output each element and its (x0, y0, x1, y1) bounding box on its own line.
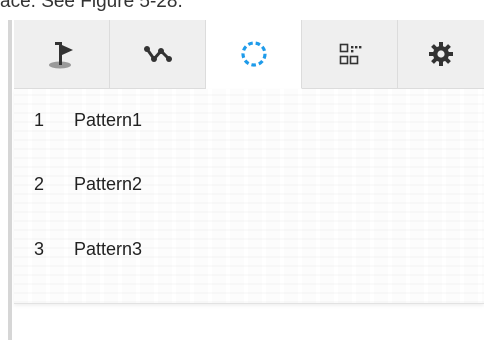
list-item-pattern2[interactable]: 2 Pattern2 (14, 169, 142, 199)
tab-polyline[interactable] (110, 20, 206, 88)
tab-bar (14, 20, 484, 89)
left-border (8, 20, 12, 340)
polyline-icon (141, 37, 175, 71)
grid-icon (333, 37, 367, 71)
dotted-circle-icon (237, 37, 271, 71)
list-item-label: Pattern1 (74, 109, 143, 130)
tab-pattern[interactable] (206, 20, 302, 89)
list-item-number: 2 (34, 173, 45, 194)
list-item-number: 1 (34, 109, 45, 130)
list-item-label: Pattern3 (74, 238, 143, 259)
list-item-label: Pattern2 (74, 173, 143, 194)
list-item-pattern1[interactable]: 1 Pattern1 (14, 105, 142, 135)
tab-settings[interactable] (398, 20, 484, 88)
flag-icon (45, 37, 79, 71)
pattern-list: 1 Pattern1 2 Pattern2 3 Pattern3 (14, 89, 484, 304)
tab-flag[interactable] (14, 20, 110, 88)
pattern-panel-frame: 1 Pattern1 2 Pattern2 3 Pattern3 (8, 20, 484, 340)
list-item-pattern3[interactable]: 3 Pattern3 (14, 234, 142, 264)
list-item-number: 3 (34, 238, 45, 259)
gear-icon (424, 37, 458, 71)
tab-grid[interactable] (302, 20, 398, 88)
figure-caption: ace. See Figure 5-28. (0, 0, 183, 12)
